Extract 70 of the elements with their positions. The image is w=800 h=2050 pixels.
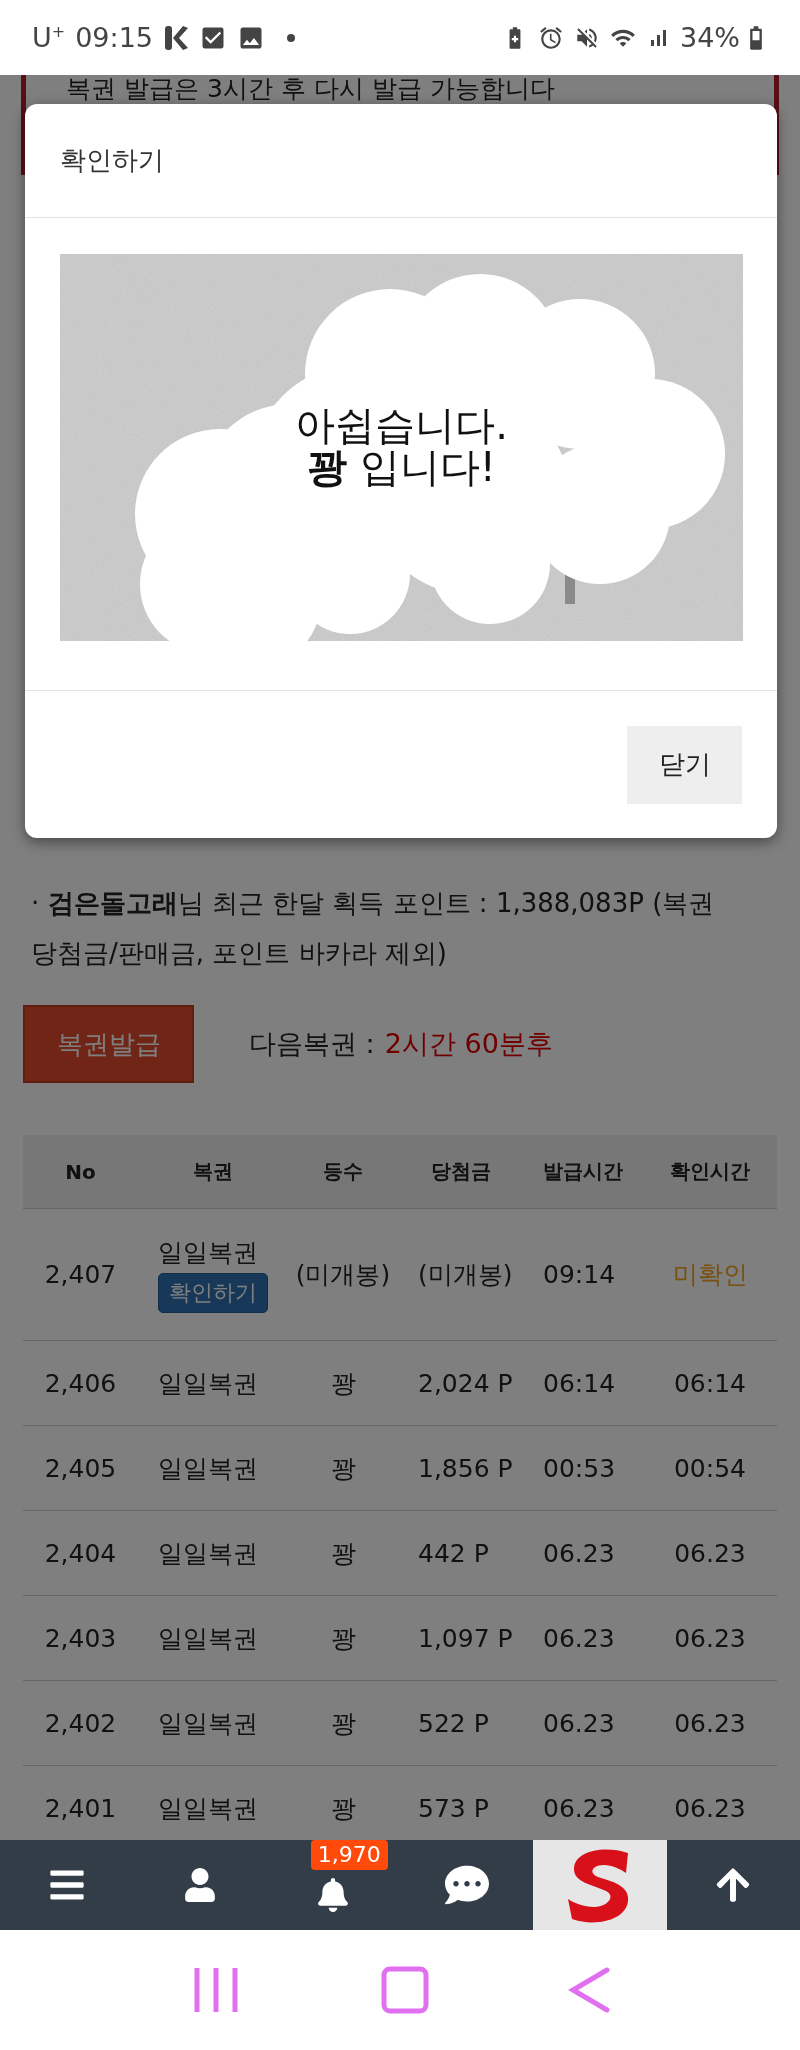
table-cell-text: (미개봉)	[417, 1259, 514, 1291]
table-cell-text: 06:14	[672, 1367, 747, 1400]
table-cell-text: 06.23	[673, 1792, 747, 1825]
table-cell-text: 09:14	[542, 1259, 617, 1291]
table-cell-text: 일일복권	[158, 1237, 258, 1269]
table-cell-text: 꽝	[329, 1622, 357, 1655]
alarm-icon	[538, 24, 564, 51]
table-cell-text: 꽝	[329, 1792, 357, 1825]
table-cell-text: 2,406	[43, 1367, 118, 1400]
table-cell-text: 일일복권	[157, 1452, 259, 1485]
table-cell-text: 일일복권	[157, 1537, 259, 1570]
table-cell-text: 2,405	[43, 1452, 118, 1485]
issue-ticket-button[interactable]: 복권발급	[23, 1005, 194, 1083]
next-ticket-time: 2시간 60분후	[384, 1027, 553, 1061]
bell-icon[interactable]	[316, 1878, 351, 1912]
user-icon[interactable]	[183, 1868, 217, 1902]
table-cell-text: 일일복권	[157, 1367, 259, 1400]
table-cell-text: 일일복권	[157, 1622, 259, 1655]
table-cell-text: 2,403	[43, 1622, 118, 1655]
dialog-title: 확인하기	[60, 144, 164, 177]
column-header: 발급시간	[542, 1158, 624, 1185]
table-cell-text: 00:53	[542, 1452, 617, 1485]
table-cell-text: 00:54	[672, 1452, 747, 1485]
table-cell-text: 2,402	[43, 1707, 118, 1740]
table-cell-text: 2,024 P	[417, 1367, 514, 1400]
table-cell-text: 꽝	[329, 1452, 357, 1485]
column-header: No	[64, 1158, 97, 1186]
table-cell-text: 2,407	[43, 1259, 118, 1291]
next-ticket-label: 다음복권 :	[249, 1027, 375, 1061]
column-header: 확인시간	[669, 1158, 751, 1185]
table-cell-text: 2,404	[43, 1537, 118, 1570]
home-icon[interactable]	[380, 1965, 430, 2015]
close-button[interactable]: 닫기	[627, 725, 742, 804]
table-cell-text: 1,097 P	[417, 1622, 514, 1655]
check-button[interactable]: 확인하기	[158, 1273, 268, 1313]
app-logo-icon	[163, 23, 189, 52]
table-cell-text: 06.23	[542, 1537, 616, 1570]
notice-text: 복권 발급은 3시간 후 다시 발급 가능합니다	[66, 75, 556, 103]
column-header: 당첨금	[429, 1158, 492, 1185]
table-cell-text: 06.23	[542, 1707, 616, 1740]
battery-percent: 34%	[680, 22, 740, 53]
table-cell-text: 522 P	[417, 1707, 490, 1740]
result-text: 꽝 입니다!	[307, 446, 496, 488]
table-cell-text: 1,856 P	[417, 1452, 514, 1485]
clock-time: 09:15	[75, 22, 153, 53]
column-header: 복권	[192, 1158, 234, 1185]
table-cell-text: 일일복권	[157, 1707, 259, 1740]
result-text: 아쉽습니다.	[295, 404, 508, 446]
carrier-label: U$^{+}$	[32, 22, 66, 53]
table-cell-text: 미확인	[671, 1259, 749, 1291]
back-icon[interactable]	[567, 1966, 612, 2014]
table-cell-text: 06.23	[542, 1792, 616, 1825]
points-note: · 검은돌고래님 최근 한달 획득 포인트 : 1,388,083P (복권 당첨금/판매금, 포인트 바카라 제외)	[30, 887, 716, 970]
notification-badge: 1,970	[310, 1840, 388, 1870]
table-cell-text: 442 P	[417, 1537, 490, 1570]
table-cell-text: 꽝	[329, 1707, 357, 1740]
table-cell-text: 06.23	[673, 1707, 747, 1740]
table-cell-text: 06:14	[542, 1367, 617, 1400]
dot-icon	[287, 33, 295, 42]
table-cell-text: 573 P	[417, 1792, 490, 1825]
table-cell-text: 꽝	[329, 1367, 357, 1400]
table-cell-text: 06.23	[673, 1537, 747, 1570]
column-header: 등수	[322, 1158, 364, 1185]
table-cell-text: 06.23	[542, 1622, 616, 1655]
table-cell-text: 일일복권	[157, 1792, 259, 1825]
chat-icon[interactable]	[444, 1863, 489, 1907]
table-cell-text: 꽝	[329, 1537, 357, 1570]
table-cell-text: (미개봉)	[294, 1259, 392, 1291]
table-cell-text: 2,401	[43, 1792, 118, 1825]
table-cell-text: 06.23	[673, 1622, 747, 1655]
